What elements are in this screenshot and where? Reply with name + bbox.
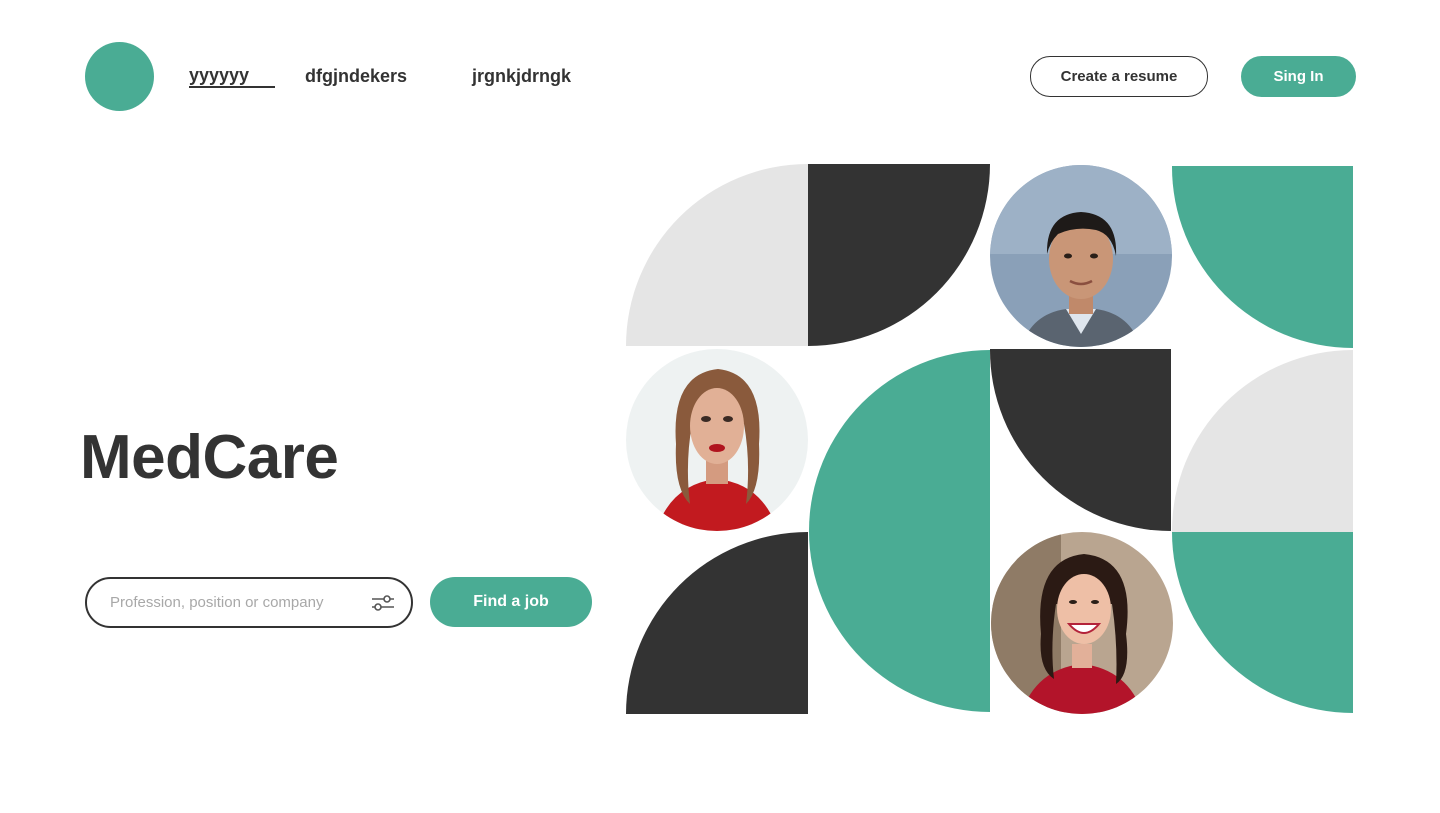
- nav-link-dfgjndekers[interactable]: dfgjndekers: [305, 64, 407, 88]
- filter-sliders-icon[interactable]: [371, 593, 395, 613]
- person-photo-man: [990, 165, 1172, 347]
- hero-title: MedCare: [80, 423, 339, 492]
- shape-green-quarter-2: [1172, 532, 1353, 713]
- shape-gray-quarter-2: [1171, 350, 1353, 532]
- nav-link-yyyyyy[interactable]: yyyyyy: [189, 64, 276, 88]
- shape-dark-quarter-3: [626, 532, 808, 714]
- sign-in-button[interactable]: Sing In: [1241, 56, 1356, 97]
- logo[interactable]: [85, 42, 154, 111]
- hero-mosaic: [626, 164, 1353, 714]
- create-resume-button[interactable]: Create a resume: [1030, 56, 1208, 97]
- shape-gray-quarter: [626, 164, 808, 346]
- shape-dark-quarter-2: [989, 349, 1171, 531]
- shape-dark-quarter: [808, 164, 990, 346]
- shape-green-quarter: [1171, 166, 1353, 348]
- find-job-button[interactable]: Find a job: [430, 577, 592, 627]
- person-photo-woman-red-lips: [626, 349, 808, 531]
- shape-green-half: [809, 350, 990, 712]
- search-input[interactable]: [110, 579, 360, 626]
- nav-link-jrgnkjdrngk[interactable]: jrgnkjdrngk: [472, 64, 571, 88]
- search-box: [85, 577, 413, 628]
- person-photo-woman-smiling: [991, 532, 1173, 714]
